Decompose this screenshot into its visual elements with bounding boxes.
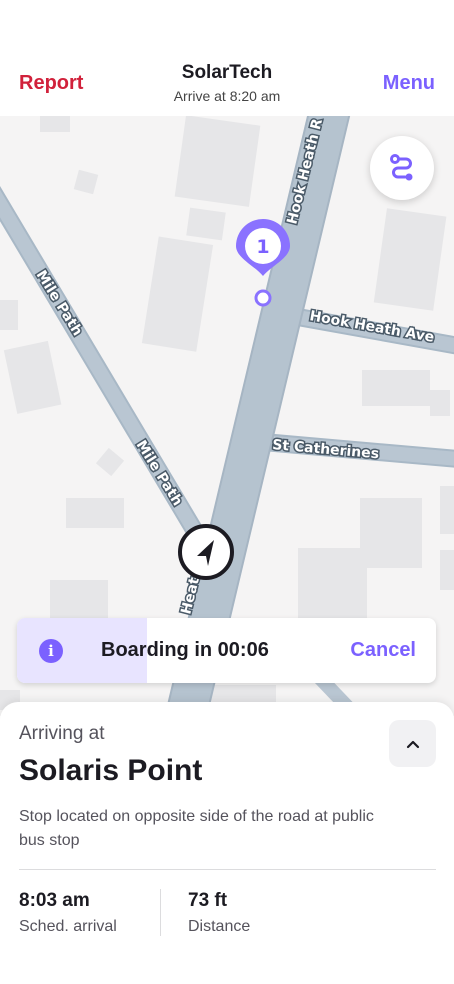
scheduled-arrival-stat: 8:03 am Sched. arrival [19, 890, 117, 936]
navigation-arrow-icon [178, 524, 234, 580]
menu-button[interactable]: Menu [383, 72, 435, 95]
cancel-button[interactable]: Cancel [350, 639, 416, 662]
route-icon [390, 154, 413, 181]
arriving-label: Arriving at [19, 723, 105, 744]
scheduled-arrival-value: 8:03 am [19, 890, 90, 911]
distance-stat: 73 ft Distance [188, 890, 250, 936]
stop-name: Solaris Point [19, 754, 203, 787]
info-icon: i [39, 639, 63, 663]
distance-value: 73 ft [188, 890, 228, 911]
stat-divider [160, 889, 161, 936]
chevron-up-icon [406, 740, 419, 748]
road-label-st-catherines: St Catherines [272, 437, 380, 462]
road-label-mile-path-upper: Mile Path [33, 268, 86, 339]
app-header: Report SolarTech Arrive at 8:20 am Menu [0, 0, 454, 116]
road-label-mile-path-lower: Mile Path [133, 438, 186, 509]
road-label-hook-heath-avenue: Hook Heath Ave [308, 308, 435, 346]
stop-description: Stop located on opposite side of the roa… [19, 808, 374, 849]
trip-bottom-sheet: Arriving at Solaris Point Stop located o… [0, 702, 454, 984]
distance-label: Distance [188, 918, 251, 935]
scheduled-arrival-label: Sched. arrival [19, 918, 117, 935]
stop-marker-number: 1 [256, 236, 269, 258]
route-overview-button[interactable] [370, 136, 434, 200]
boarding-banner: i Boarding in 00:06 Cancel [17, 618, 436, 683]
boarding-countdown: Boarding in 00:06 [101, 639, 269, 661]
collapse-sheet-button[interactable] [389, 720, 436, 767]
divider [19, 869, 436, 870]
